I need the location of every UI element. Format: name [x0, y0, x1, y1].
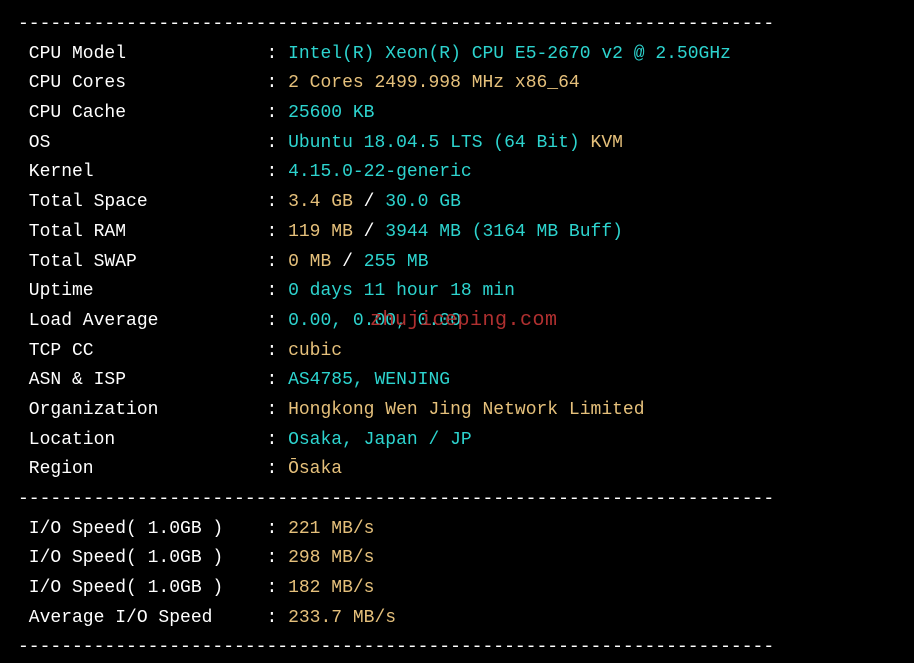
colon: : [266, 73, 288, 93]
io-speed-block: I/O Speed( 1.0GB ) : 221 MB/s I/O Speed(… [18, 515, 896, 634]
info-value: 3.4 GB [288, 192, 353, 212]
colon: : [266, 162, 288, 182]
colon: : [266, 311, 288, 331]
info-value: (3164 MB Buff) [461, 222, 623, 242]
info-row: CPU Cache : 25600 KB [18, 99, 896, 129]
divider-mid: ----------------------------------------… [18, 485, 896, 515]
info-value: 119 MB [288, 222, 353, 242]
colon: : [266, 459, 288, 479]
info-value: cubic [288, 341, 342, 361]
info-label: Kernel [18, 162, 266, 182]
info-label: Location [18, 430, 266, 450]
info-row: I/O Speed( 1.0GB ) : 221 MB/s [18, 515, 896, 545]
info-row: Total Space : 3.4 GB / 30.0 GB [18, 188, 896, 218]
info-row: Total RAM : 119 MB / 3944 MB (3164 MB Bu… [18, 218, 896, 248]
info-label: CPU Cores [18, 73, 266, 93]
info-row: Uptime : 0 days 11 hour 18 min [18, 277, 896, 307]
info-value: KVM [580, 133, 623, 153]
info-value: 255 MB [364, 252, 429, 272]
info-row: TCP CC : cubic [18, 337, 896, 367]
colon: : [266, 578, 288, 598]
colon: : [266, 430, 288, 450]
info-row: Kernel : 4.15.0-22-generic [18, 158, 896, 188]
info-row: Region : Ōsaka [18, 455, 896, 485]
info-row: I/O Speed( 1.0GB ) : 182 MB/s [18, 574, 896, 604]
info-label: CPU Cache [18, 103, 266, 123]
info-label: TCP CC [18, 341, 266, 361]
info-row: I/O Speed( 1.0GB ) : 298 MB/s [18, 544, 896, 574]
info-row: Organization : Hongkong Wen Jing Network… [18, 396, 896, 426]
divider-top: ----------------------------------------… [18, 10, 896, 40]
info-label: Total SWAP [18, 252, 266, 272]
info-value: 30.0 GB [385, 192, 461, 212]
info-row: OS : Ubuntu 18.04.5 LTS (64 Bit) KVM [18, 129, 896, 159]
info-value: 0 MB [288, 252, 331, 272]
info-label: Uptime [18, 281, 266, 301]
colon: : [266, 519, 288, 539]
info-value: 298 MB/s [288, 548, 374, 568]
colon: : [266, 103, 288, 123]
info-value: Ōsaka [288, 459, 342, 479]
info-label: Organization [18, 400, 266, 420]
system-info-block: CPU Model : Intel(R) Xeon(R) CPU E5-2670… [18, 40, 896, 485]
info-value: 0 days 11 hour 18 min [288, 281, 515, 301]
colon: : [266, 400, 288, 420]
info-label: Load Average [18, 311, 266, 331]
info-row: Location : Osaka, Japan / JP [18, 426, 896, 456]
colon: : [266, 44, 288, 64]
info-label: Region [18, 459, 266, 479]
colon: : [266, 548, 288, 568]
info-label: OS [18, 133, 266, 153]
info-label: I/O Speed( 1.0GB ) [18, 578, 266, 598]
colon: : [266, 281, 288, 301]
info-value: / [331, 252, 363, 272]
info-value: / [353, 192, 385, 212]
info-row: ASN & ISP : AS4785, WENJING [18, 366, 896, 396]
info-value: 221 MB/s [288, 519, 374, 539]
info-value: 3944 MB [385, 222, 461, 242]
info-value: 2 Cores 2499.998 MHz x86_64 [288, 73, 580, 93]
info-value: 25600 KB [288, 103, 374, 123]
colon: : [266, 222, 288, 242]
colon: : [266, 192, 288, 212]
info-value: / [353, 222, 385, 242]
info-row: CPU Model : Intel(R) Xeon(R) CPU E5-2670… [18, 40, 896, 70]
colon: : [266, 252, 288, 272]
info-row: Total SWAP : 0 MB / 255 MB [18, 248, 896, 278]
info-value: 182 MB/s [288, 578, 374, 598]
info-value: Intel(R) Xeon(R) CPU E5-2670 v2 @ 2.50GH… [288, 44, 731, 64]
info-row: Average I/O Speed : 233.7 MB/s [18, 604, 896, 634]
info-value: 4.15.0-22-generic [288, 162, 472, 182]
divider-bottom: ----------------------------------------… [18, 633, 896, 663]
info-value: Hongkong Wen Jing Network Limited [288, 400, 644, 420]
info-label: CPU Model [18, 44, 266, 64]
colon: : [266, 370, 288, 390]
info-value: AS4785, WENJING [288, 370, 450, 390]
colon: : [266, 133, 288, 153]
info-label: ASN & ISP [18, 370, 266, 390]
info-label: I/O Speed( 1.0GB ) [18, 548, 266, 568]
info-label: Total Space [18, 192, 266, 212]
info-label: I/O Speed( 1.0GB ) [18, 519, 266, 539]
info-label: Total RAM [18, 222, 266, 242]
watermark-text: zhujiceping.com [370, 304, 558, 337]
info-value: Ubuntu 18.04.5 LTS (64 Bit) [288, 133, 580, 153]
colon: : [266, 341, 288, 361]
info-row: CPU Cores : 2 Cores 2499.998 MHz x86_64 [18, 69, 896, 99]
info-value: Osaka, Japan / JP [288, 430, 472, 450]
